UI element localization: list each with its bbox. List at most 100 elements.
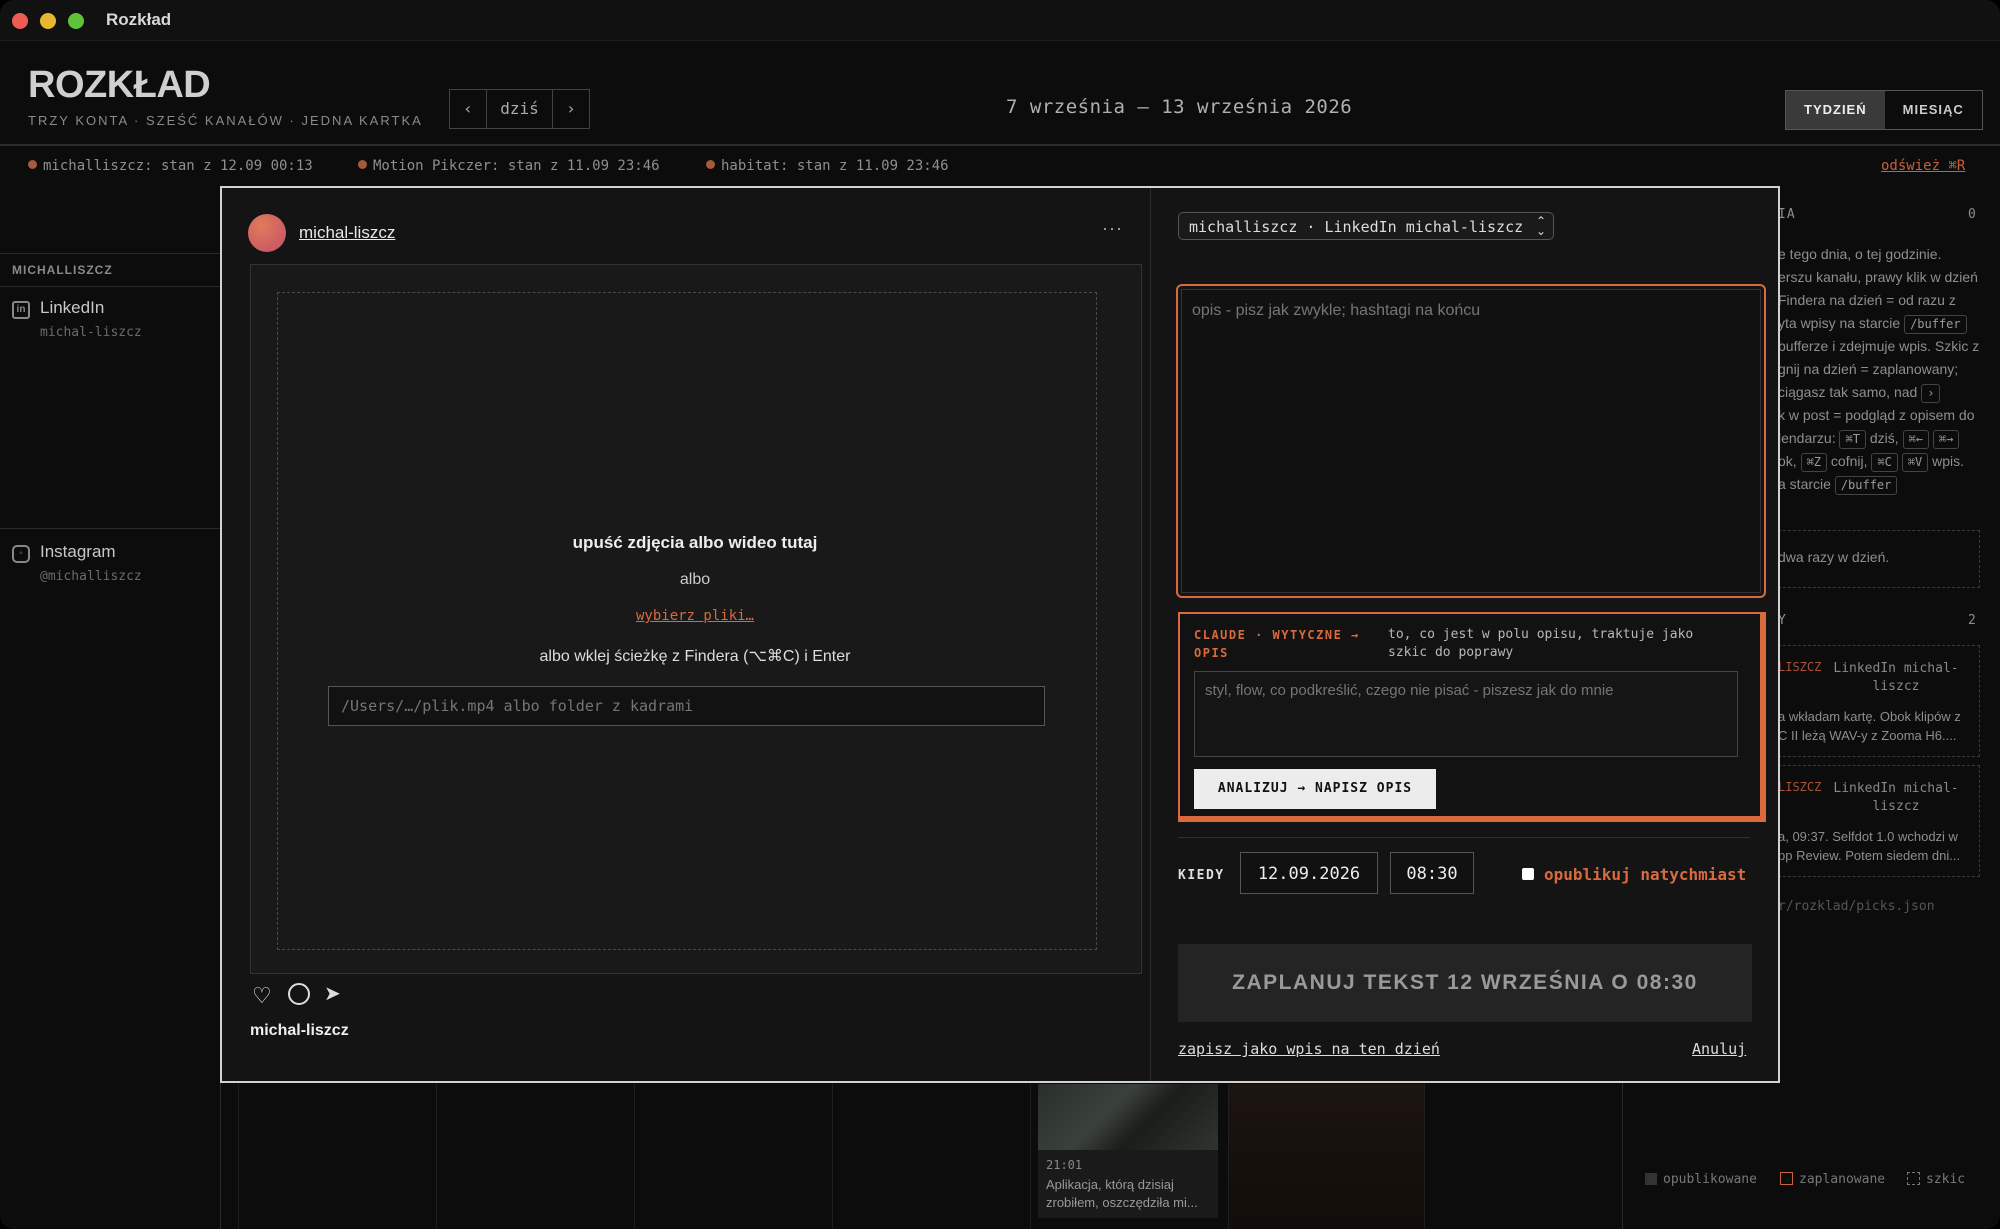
drop-title: upuść zdjęcia albo wideo tutaj — [572, 533, 818, 552]
choose-files-link[interactable]: wybierz pliki… — [636, 608, 754, 624]
kbd-hint: › — [1921, 384, 1941, 403]
date-input[interactable]: 12.09.2026 — [1240, 852, 1378, 894]
status-dot-icon — [358, 160, 367, 169]
note-text: dwa razy w dzień. — [1778, 549, 1890, 565]
save-draft-link[interactable]: zapisz jako wpis na ten dzień — [1178, 1040, 1440, 1058]
app-tagline: TRZY KONTA · SZEŚĆ KANAŁÓW · JEDNA KARTK… — [28, 113, 423, 128]
window-title: Rozkład — [106, 10, 172, 29]
header-divider — [0, 144, 2000, 146]
refresh-link[interactable]: odśwież ⌘R — [1881, 158, 1965, 174]
card-text: a, 09:37. Selfdot 1.0 wchodzi w pp Revie… — [1778, 829, 1961, 863]
draft-swatch-icon — [1907, 1172, 1920, 1185]
sidebar-divider — [0, 286, 220, 287]
chevron-updown-icon: ⌃ ⌄ — [1536, 214, 1547, 238]
avatar — [248, 214, 286, 252]
drop-or: albo — [679, 571, 711, 588]
sidebar-divider — [0, 253, 220, 254]
sidebar-channel-name[interactable]: Instagram — [40, 542, 116, 562]
title-bar: Rozkład — [0, 0, 2000, 41]
help-text: yta wpisy na starcie /buffer — [1778, 315, 1967, 334]
post-thumbnail — [1038, 1084, 1218, 1150]
card-account: LISZCZ — [1778, 660, 1822, 674]
channel-select[interactable]: michalliszcz · LinkedIn michal-liszcz — [1178, 212, 1554, 240]
status-dot-icon — [28, 160, 37, 169]
when-label: KIEDY — [1178, 868, 1225, 883]
calendar-column-divider — [832, 1084, 833, 1229]
preview-username[interactable]: michal-liszcz — [299, 223, 395, 243]
help-text: k w post = podgląd z opisem do — [1778, 407, 1975, 423]
calendar-column-divider — [1030, 1084, 1031, 1229]
calendar-column-divider — [238, 1084, 239, 1229]
app-window: Rozkład ROZKŁAD TRZY KONTA · SZEŚĆ KANAŁ… — [0, 0, 2000, 1229]
account-status: michalliszcz: stan z 12.09 00:13 — [28, 158, 313, 174]
minimize-window-button[interactable] — [40, 13, 56, 29]
time-input[interactable]: 08:30 — [1390, 852, 1474, 894]
help-text: ciągasz tak samo, nad › — [1778, 384, 1941, 403]
help-text: bufferze i zdejmuje wpis. Szkic z — [1778, 338, 1980, 354]
kbd-hint: ⌘Z — [1800, 453, 1828, 472]
zoom-window-button[interactable] — [68, 13, 84, 29]
help-text: Findera na dzień = od razu z — [1778, 292, 1956, 308]
post-excerpt: Aplikacja, którą dzisiaj zrobiłem, oszcz… — [1046, 1177, 1198, 1210]
heart-icon[interactable]: ♡ — [252, 983, 272, 1009]
section-divider — [1178, 837, 1750, 838]
scheduled-swatch-icon — [1780, 1172, 1793, 1185]
sidebar-channel-handle: @michalliszcz — [40, 569, 142, 584]
view-month-tab[interactable]: MIESIĄC — [1885, 91, 1982, 129]
help-text: lendarzu: ⌘T dziś, ⌘← ⌘→ — [1778, 430, 1960, 449]
legend-draft: szkic — [1907, 1172, 1965, 1187]
instagram-icon: ◦ — [12, 545, 30, 563]
send-icon[interactable]: ➤ — [324, 981, 341, 1006]
sidebar-channel-name[interactable]: LinkedIn — [40, 298, 104, 318]
kbd-hint: ⌘→ — [1932, 430, 1960, 449]
account-status: Motion Pikczer: stan z 11.09 23:46 — [358, 158, 660, 174]
today-button[interactable]: dziś — [487, 90, 553, 128]
view-switcher: TYDZIEŃ MIESIĄC — [1785, 90, 1983, 130]
card-channel: LinkedIn michal-liszcz — [1833, 781, 1959, 814]
sidebar-channel-handle: michal-liszcz — [40, 325, 142, 340]
publish-now-label[interactable]: opublikuj natychmiast — [1544, 865, 1746, 884]
path-input[interactable] — [328, 686, 1045, 726]
schedule-button[interactable]: ZAPLANUJ TEKST 12 WRZEŚNIA O 08:30 — [1178, 944, 1752, 1022]
kbd-hint: /buffer — [1904, 315, 1967, 334]
card-account: LISZCZ — [1778, 780, 1822, 794]
close-window-button[interactable] — [12, 13, 28, 29]
prev-week-button[interactable]: ‹ — [450, 90, 487, 128]
paste-hint: albo wklej ścieżkę z Findera (⌥⌘C) i Ent… — [539, 648, 851, 665]
picks-path: r/rozklad/picks.json — [1778, 899, 1935, 914]
claude-label: CLAUDE · WYTYCZNE → OPIS — [1194, 628, 1360, 660]
comment-icon[interactable] — [288, 983, 310, 1005]
calendar-column-divider — [1424, 1084, 1425, 1229]
help-text: e tego dnia, o tej godzinie. — [1778, 246, 1942, 262]
help-text: gnij na dzień = zaplanowany; — [1778, 361, 1959, 377]
today-column — [1229, 1084, 1424, 1229]
help-text: ok, ⌘Z cofnij, ⌘C ⌘V wpis. — [1778, 453, 1964, 472]
legend-published: opublikowane — [1645, 1172, 1757, 1187]
card-channel: LinkedIn michal-liszcz — [1833, 661, 1959, 694]
calendar-post-card[interactable]: 21:01 Aplikacja, którą dzisiaj zrobiłem,… — [1038, 1084, 1218, 1218]
post-editor-modal: michal-liszcz ··· upuść zdjęcia albo wid… — [220, 186, 1780, 1083]
analyze-button[interactable]: ANALIZUJ → NAPISZ OPIS — [1194, 769, 1436, 809]
next-week-button[interactable]: › — [553, 90, 589, 128]
linkedin-icon: in — [12, 301, 30, 319]
kbd-hint: ⌘C — [1871, 453, 1898, 472]
right-section-count: 2 — [1968, 613, 1976, 628]
publish-now-checkbox[interactable] — [1522, 868, 1534, 880]
view-week-tab[interactable]: TYDZIEŃ — [1786, 91, 1885, 129]
description-frame — [1176, 284, 1766, 598]
help-text: erszu kanału, prawy klik w dzień — [1778, 269, 1978, 285]
help-text: a starcie /buffer — [1778, 476, 1898, 495]
kbd-hint: /buffer — [1834, 476, 1898, 495]
app-logo: ROZKŁAD — [28, 64, 211, 106]
right-section-count: 0 — [1968, 207, 1976, 222]
published-swatch-icon — [1645, 1173, 1657, 1185]
guidelines-textarea[interactable] — [1194, 671, 1738, 757]
more-options-icon[interactable]: ··· — [1102, 218, 1123, 239]
date-range: 7 września – 13 września 2026 — [1006, 96, 1353, 118]
description-textarea[interactable] — [1181, 289, 1761, 593]
status-dot-icon — [706, 160, 715, 169]
right-section-label: IA — [1778, 207, 1796, 222]
kbd-hint: ⌘V — [1901, 453, 1929, 472]
kbd-hint: ⌘← — [1902, 430, 1929, 449]
cancel-link[interactable]: Anuluj — [1692, 1040, 1746, 1058]
